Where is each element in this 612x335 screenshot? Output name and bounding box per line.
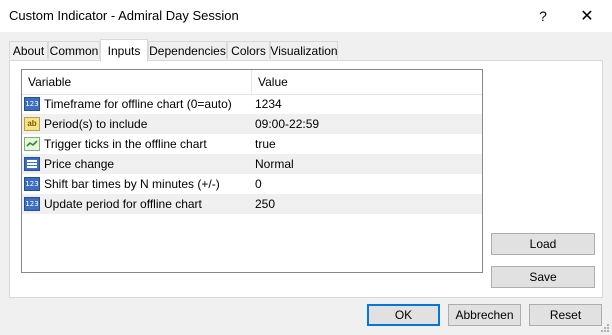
variable-value[interactable]: 09:00-22:59 bbox=[255, 114, 477, 134]
variable-name: Shift bar times by N minutes (+/-) bbox=[44, 177, 220, 191]
table-row[interactable]: 123 Update period for offline chart 250 bbox=[22, 194, 482, 214]
help-icon: ? bbox=[539, 8, 547, 24]
tab-dependencies[interactable]: Dependencies bbox=[148, 41, 227, 59]
custom-indicator-dialog: Custom Indicator - Admiral Day Session ?… bbox=[0, 0, 612, 335]
inputs-panel: Variable Value 123 Timeframe for offline… bbox=[9, 60, 603, 298]
boolean-icon bbox=[24, 137, 40, 151]
inputs-table: Variable Value 123 Timeframe for offline… bbox=[21, 69, 483, 273]
table-row[interactable]: 123 Shift bar times by N minutes (+/-) 0 bbox=[22, 174, 482, 194]
table-row[interactable]: ab Period(s) to include 09:00-22:59 bbox=[22, 114, 482, 134]
variable-name: Trigger ticks in the offline chart bbox=[44, 137, 207, 151]
table-row[interactable]: Price change Normal bbox=[22, 154, 482, 174]
window-title: Custom Indicator - Admiral Day Session bbox=[9, 8, 239, 23]
cancel-button[interactable]: Abbrechen bbox=[448, 304, 521, 326]
value-column-header[interactable]: Value bbox=[252, 70, 482, 94]
variable-column-header[interactable]: Variable bbox=[22, 70, 252, 94]
tab-inputs[interactable]: Inputs bbox=[100, 39, 148, 62]
tab-label: Inputs bbox=[107, 44, 141, 58]
variable-name: Price change bbox=[44, 157, 115, 171]
tab-label: Colors bbox=[231, 43, 266, 58]
close-icon: ✕ bbox=[580, 8, 594, 25]
help-button[interactable]: ? bbox=[521, 0, 565, 32]
ok-button[interactable]: OK bbox=[367, 304, 440, 326]
enum-icon bbox=[24, 157, 40, 171]
tab-label: Visualization bbox=[270, 43, 338, 58]
table-header: Variable Value bbox=[22, 70, 482, 95]
variable-name: Timeframe for offline chart (0=auto) bbox=[44, 97, 232, 111]
string-icon: ab bbox=[24, 117, 40, 131]
tab-visualization[interactable]: Visualization bbox=[270, 41, 338, 59]
variable-value[interactable]: 250 bbox=[255, 194, 477, 214]
tab-colors[interactable]: Colors bbox=[227, 41, 270, 59]
load-button[interactable]: Load bbox=[491, 233, 595, 255]
variable-name: Update period for offline chart bbox=[44, 197, 202, 211]
integer-icon: 123 bbox=[24, 97, 40, 111]
integer-icon: 123 bbox=[24, 197, 40, 211]
tab-label: About bbox=[12, 43, 45, 58]
variable-value[interactable]: 1234 bbox=[255, 94, 477, 114]
tab-about[interactable]: About bbox=[9, 41, 48, 59]
resize-grip-icon[interactable] bbox=[600, 323, 610, 333]
variable-value[interactable]: Normal bbox=[255, 154, 477, 174]
tab-label: Common bbox=[49, 43, 99, 58]
reset-button[interactable]: Reset bbox=[529, 304, 602, 326]
save-button[interactable]: Save bbox=[491, 266, 595, 288]
variable-name: Period(s) to include bbox=[44, 117, 148, 131]
integer-icon: 123 bbox=[24, 177, 40, 191]
tab-common[interactable]: Common bbox=[48, 41, 100, 59]
tab-label: Dependencies bbox=[149, 43, 226, 58]
variable-value[interactable]: 0 bbox=[255, 174, 477, 194]
table-row[interactable]: 123 Timeframe for offline chart (0=auto)… bbox=[22, 94, 482, 114]
title-bar: Custom Indicator - Admiral Day Session ?… bbox=[0, 0, 612, 32]
variable-value[interactable]: true bbox=[255, 134, 477, 154]
table-row[interactable]: Trigger ticks in the offline chart true bbox=[22, 134, 482, 154]
close-button[interactable]: ✕ bbox=[565, 0, 609, 32]
